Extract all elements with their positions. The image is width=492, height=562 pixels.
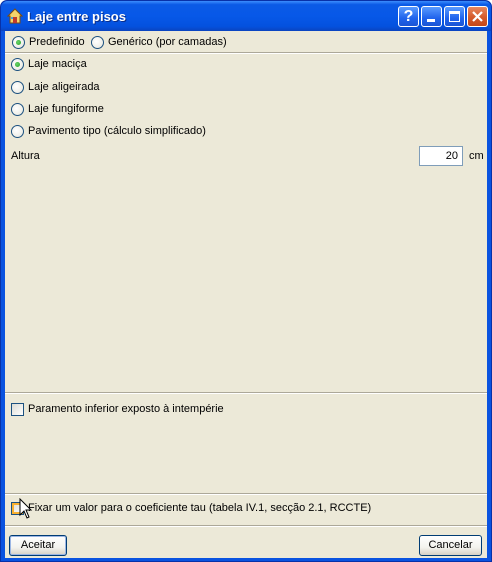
checkbox-tau[interactable]: Fixar um valor para o coeficiente tau (t… (11, 500, 371, 516)
separator (5, 493, 487, 495)
radio-label: Pavimento tipo (cálculo simplificado) (28, 125, 206, 137)
help-icon: ? (403, 8, 414, 25)
cancelar-button[interactable]: Cancelar (419, 535, 482, 556)
height-label: Altura (11, 150, 40, 162)
minimize-button[interactable] (421, 6, 442, 27)
radio-predefinido[interactable]: Predefinido (12, 34, 85, 50)
checkbox-label: Paramento inferior exposto à intempérie (28, 403, 224, 415)
close-icon (472, 11, 483, 22)
radio-button-checked[interactable] (12, 35, 25, 49)
help-button[interactable]: ? (398, 6, 419, 27)
radio-label: Genérico (por camadas) (108, 36, 227, 48)
radio-button[interactable] (11, 124, 24, 138)
checkbox-label: Fixar um valor para o coeficiente tau (t… (28, 502, 372, 514)
radio-label: Laje fungiforme (28, 103, 104, 115)
checkbox-exposed[interactable]: Paramento inferior exposto à intempérie (11, 401, 224, 417)
window-title: Laje entre pisos (27, 9, 126, 24)
radio-button[interactable] (11, 102, 24, 116)
radio-label: Laje maciça (28, 58, 87, 70)
dialog-window: Laje entre pisos ? Predefinido Genérico … (0, 0, 492, 562)
radio-button-checked[interactable] (11, 57, 24, 71)
radio-label: Laje aligeirada (28, 81, 100, 93)
mouse-pointer-icon (19, 498, 33, 519)
maximize-icon (449, 11, 460, 22)
separator (5, 525, 487, 527)
radio-generico[interactable]: Genérico (por camadas) (91, 34, 227, 50)
close-button[interactable] (467, 6, 488, 27)
radio-button[interactable] (91, 35, 104, 49)
house-icon (7, 8, 23, 24)
radio-laje-macica[interactable]: Laje maciça (11, 56, 87, 72)
height-input[interactable]: 20 (419, 146, 463, 166)
radio-laje-fungiforme[interactable]: Laje fungiforme (11, 101, 104, 117)
checkbox[interactable] (11, 402, 24, 416)
dialog-client-area: Predefinido Genérico (por camadas) Laje … (5, 31, 487, 558)
separator (5, 52, 487, 54)
aceitar-button[interactable]: Aceitar (9, 535, 67, 556)
title-bar[interactable]: Laje entre pisos ? (1, 1, 491, 31)
minimize-icon (427, 19, 435, 22)
maximize-button[interactable] (444, 6, 465, 27)
radio-laje-aligeirada[interactable]: Laje aligeirada (11, 79, 100, 95)
radio-label: Predefinido (29, 36, 85, 48)
separator (5, 392, 487, 394)
radio-button[interactable] (11, 80, 24, 94)
height-unit: cm (469, 150, 484, 162)
radio-pavimento-tipo[interactable]: Pavimento tipo (cálculo simplificado) (11, 123, 206, 139)
